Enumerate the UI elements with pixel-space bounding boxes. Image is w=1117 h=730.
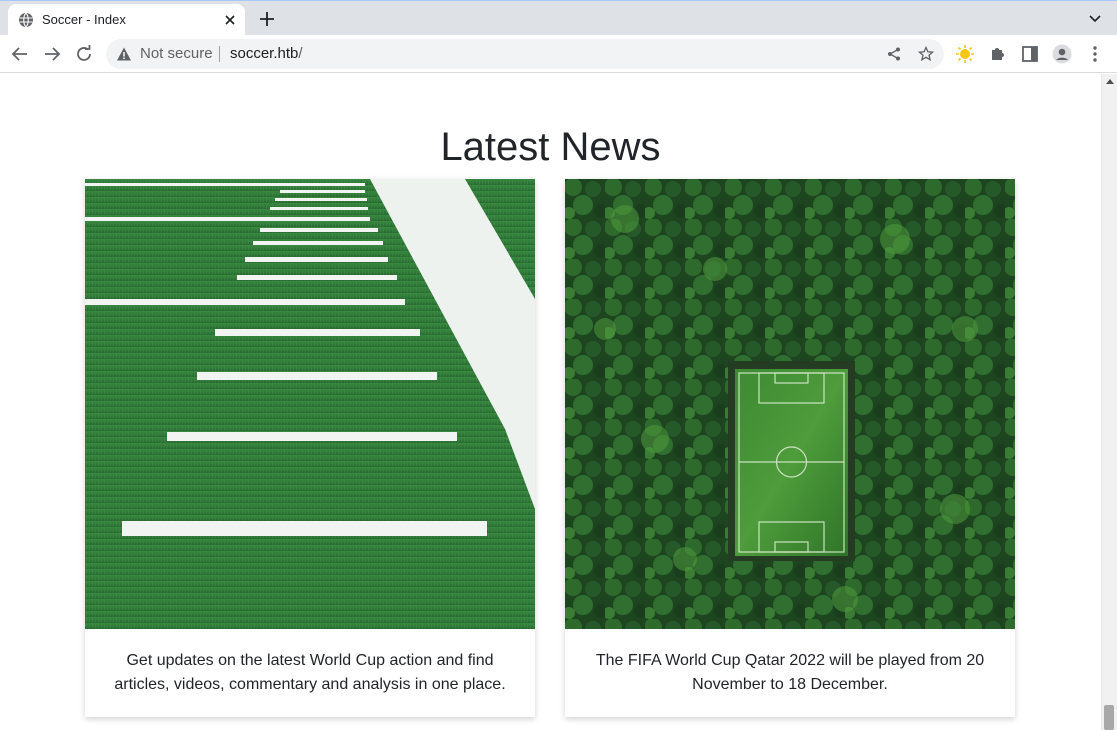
new-tab-icon[interactable] — [257, 9, 277, 29]
extension-sun-icon[interactable] — [955, 44, 975, 64]
share-icon[interactable] — [886, 46, 902, 62]
browser-toolbar: Not secure soccer.htb/ — [0, 35, 1117, 73]
address-bar[interactable]: Not secure soccer.htb/ — [106, 39, 944, 69]
forward-arrow-icon[interactable] — [42, 44, 62, 64]
tab-title: Soccer - Index — [42, 12, 126, 27]
card-image — [565, 179, 1015, 629]
url-host: soccer.htb — [230, 45, 299, 62]
url-path: / — [298, 45, 303, 62]
aerial-pitch-image — [565, 179, 1015, 629]
scroll-up-arrow-icon[interactable] — [1106, 79, 1114, 84]
card-description: The FIFA World Cup Qatar 2022 will be pl… — [595, 652, 985, 693]
news-card: Get updates on the latest World Cup acti… — [85, 179, 535, 717]
football-field-image — [85, 179, 535, 629]
chevron-down-icon[interactable] — [1087, 10, 1103, 26]
reload-icon[interactable] — [74, 44, 94, 64]
close-tab-icon[interactable] — [221, 11, 239, 29]
profile-avatar-icon[interactable] — [1052, 44, 1072, 64]
globe-icon — [19, 12, 33, 28]
url-text[interactable]: soccer.htb/ — [230, 46, 303, 62]
scroll-thumb[interactable] — [1104, 705, 1114, 730]
news-card: The FIFA World Cup Qatar 2022 will be pl… — [565, 179, 1015, 717]
card-image — [85, 179, 535, 629]
card-description: Get updates on the latest World Cup acti… — [114, 652, 506, 693]
side-panel-icon[interactable] — [1020, 44, 1040, 64]
omnibox-divider — [219, 46, 220, 62]
browser-tab[interactable]: Soccer - Index — [8, 4, 245, 36]
page-scrollbar[interactable] — [1101, 74, 1117, 730]
bookmark-star-icon[interactable] — [918, 46, 934, 62]
warning-icon[interactable] — [116, 46, 132, 62]
section-title: Latest News — [440, 125, 661, 169]
security-label[interactable]: Not secure — [140, 46, 213, 62]
more-menu-icon[interactable] — [1085, 44, 1105, 64]
tab-strip: Soccer - Index — [0, 0, 1117, 36]
extensions-puzzle-icon[interactable] — [988, 44, 1008, 64]
page-viewport: Latest News Get updates on the latest Wo… — [0, 74, 1101, 730]
back-arrow-icon[interactable] — [10, 44, 30, 64]
